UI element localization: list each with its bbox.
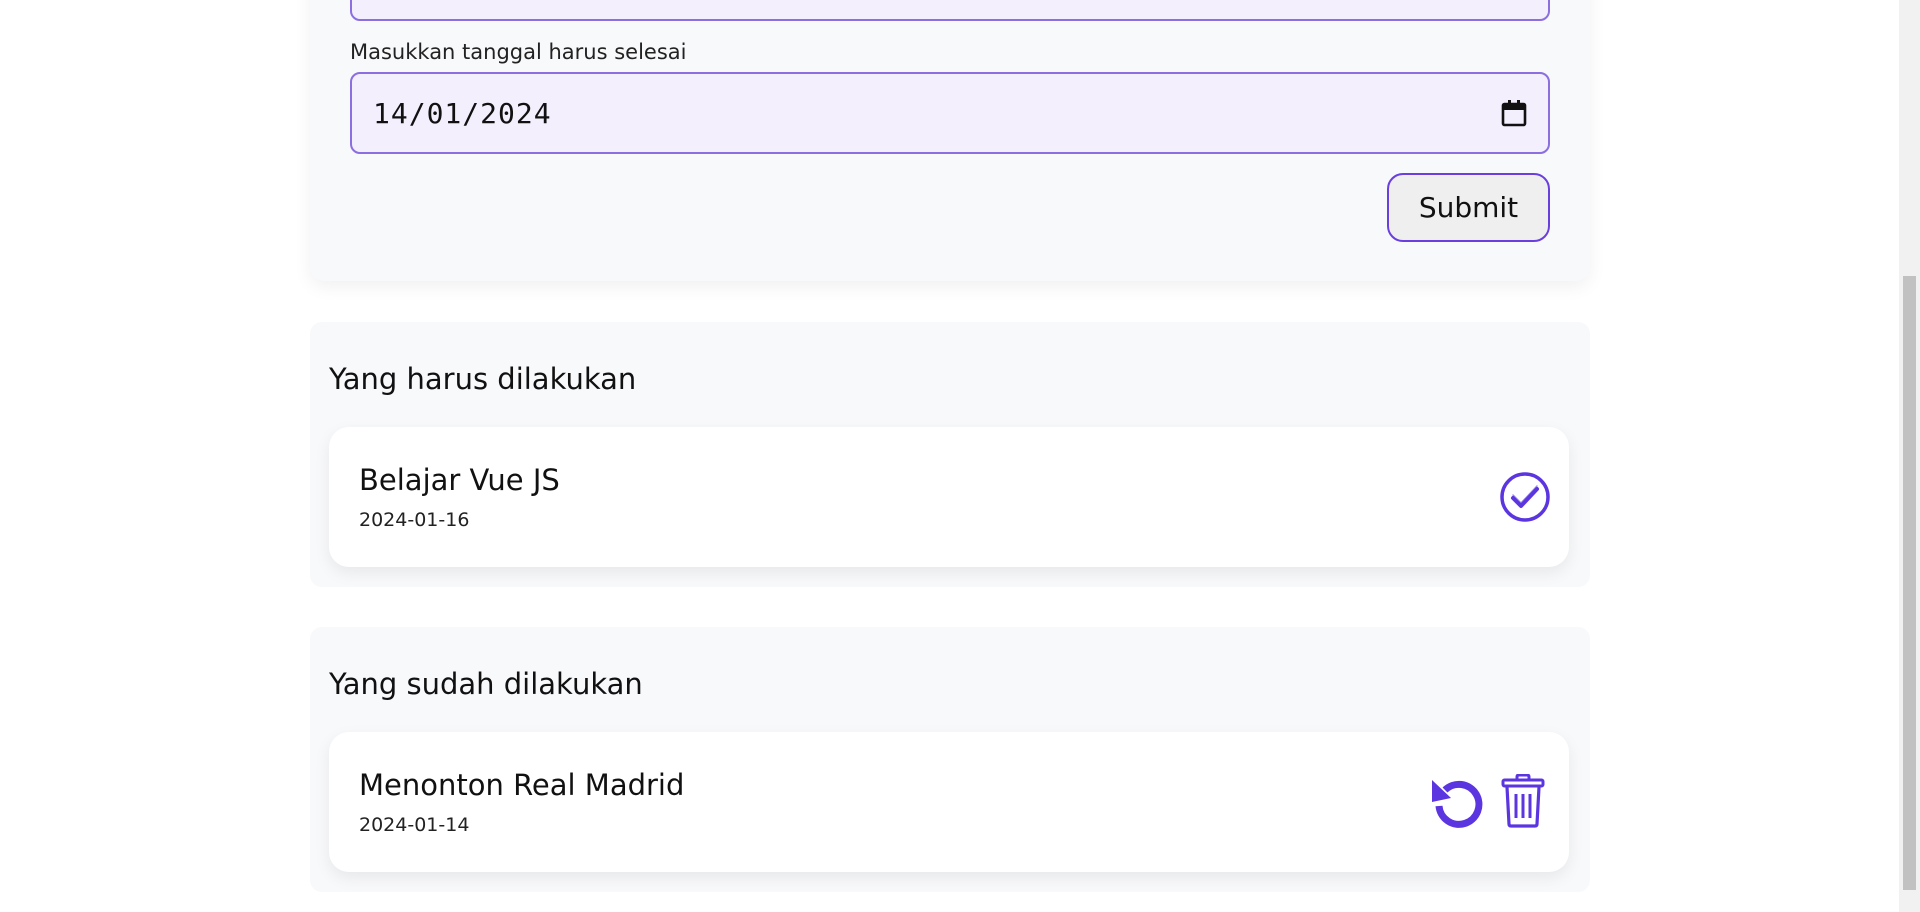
task-title-input[interactable] — [350, 0, 1550, 21]
date-field[interactable]: 14/01/2024 — [350, 72, 1550, 154]
vertical-scrollbar[interactable] — [1899, 0, 1920, 912]
todo-section: Yang harus dilakukan Belajar Vue JS 2024… — [310, 322, 1590, 587]
check-circle-icon[interactable] — [1499, 471, 1551, 523]
done-section-title: Yang sudah dilakukan — [329, 667, 643, 701]
task-card: Menonton Real Madrid 2024-01-14 — [329, 732, 1569, 872]
scrollbar-thumb[interactable] — [1903, 276, 1916, 890]
task-date: 2024-01-16 — [359, 509, 470, 531]
date-field-value: 14/01/2024 — [373, 96, 552, 130]
undo-icon[interactable] — [1429, 774, 1485, 828]
date-field-label: Masukkan tanggal harus selesai — [350, 40, 687, 64]
trash-icon[interactable] — [1501, 774, 1545, 828]
done-section: Yang sudah dilakukan Menonton Real Madri… — [310, 627, 1590, 892]
page-viewport: Masukkan tanggal harus selesai 14/01/202… — [0, 0, 1899, 912]
task-title: Belajar Vue JS — [359, 463, 560, 497]
task-card: Belajar Vue JS 2024-01-16 — [329, 427, 1569, 567]
todo-section-title: Yang harus dilakukan — [329, 362, 637, 396]
task-title: Menonton Real Madrid — [359, 768, 685, 802]
submit-button[interactable]: Submit — [1387, 173, 1550, 242]
calendar-icon[interactable] — [1500, 98, 1528, 128]
task-date: 2024-01-14 — [359, 814, 470, 836]
